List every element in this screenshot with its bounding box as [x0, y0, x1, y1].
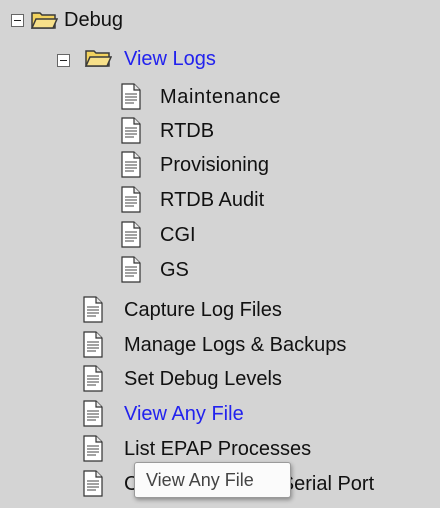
tree-node-label: Debug [64, 9, 123, 31]
document-icon [83, 296, 103, 323]
document-icon [121, 256, 141, 283]
tree-leaf-rtdb[interactable]: RTDB [0, 114, 260, 148]
tree-leaf-label[interactable]: Capture Log Files [124, 298, 282, 322]
document-icon [83, 400, 103, 427]
folder-open-icon [30, 12, 58, 29]
tooltip: View Any File [134, 462, 291, 498]
tree-leaf-label[interactable]: Set Debug Levels [124, 367, 282, 391]
tree-leaf-list-epap-processes[interactable]: List EPAP Processes [0, 432, 420, 466]
navigation-tree: Debug View Logs Maintenance RTDB Provisi… [0, 0, 440, 508]
tree-node-label[interactable]: View Logs [124, 47, 216, 71]
tree-leaf-set-debug-levels[interactable]: Set Debug Levels [0, 362, 420, 396]
tree-leaf-label[interactable]: RTDB Audit [160, 188, 264, 212]
tree-leaf-rtdb-audit[interactable]: RTDB Audit [0, 183, 320, 217]
tree-leaf-maintenance[interactable]: Maintenance [0, 80, 320, 114]
tree-leaf-manage-logs-backups[interactable]: Manage Logs & Backups [0, 328, 440, 362]
tree-leaf-capture-log-files[interactable]: Capture Log Files [0, 293, 420, 327]
document-icon [121, 186, 141, 213]
tree-leaf-label[interactable]: List EPAP Processes [124, 437, 311, 461]
tree-leaf-cgi[interactable]: CGI [0, 218, 260, 252]
tree-leaf-label[interactable]: Provisioning [160, 153, 269, 177]
collapse-toggle-icon[interactable] [57, 54, 70, 67]
tree-leaf-label[interactable]: Manage Logs & Backups [124, 333, 346, 357]
collapse-toggle-icon[interactable] [11, 14, 24, 27]
tree-leaf-provisioning[interactable]: Provisioning [0, 148, 320, 182]
panel-edge [440, 0, 445, 508]
document-icon [121, 151, 141, 178]
tree-leaf-view-any-file[interactable]: View Any File [0, 397, 420, 431]
document-icon [83, 435, 103, 462]
document-icon [83, 470, 103, 497]
tree-leaf-label[interactable]: Maintenance [160, 85, 281, 109]
document-icon [121, 221, 141, 248]
tree-leaf-label[interactable]: RTDB [160, 119, 214, 143]
tree-leaf-label[interactable]: GS [160, 258, 189, 282]
document-icon [121, 117, 141, 144]
document-icon [121, 83, 141, 110]
tree-leaf-label[interactable]: View Any File [124, 402, 244, 426]
folder-open-icon [84, 50, 112, 67]
document-icon [83, 331, 103, 358]
tree-node-view-logs[interactable]: View Logs [0, 40, 300, 74]
tree-node-debug[interactable]: Debug [0, 3, 200, 37]
tree-leaf-gs[interactable]: GS [0, 253, 260, 287]
document-icon [83, 365, 103, 392]
tree-leaf-label[interactable]: CGI [160, 223, 196, 247]
